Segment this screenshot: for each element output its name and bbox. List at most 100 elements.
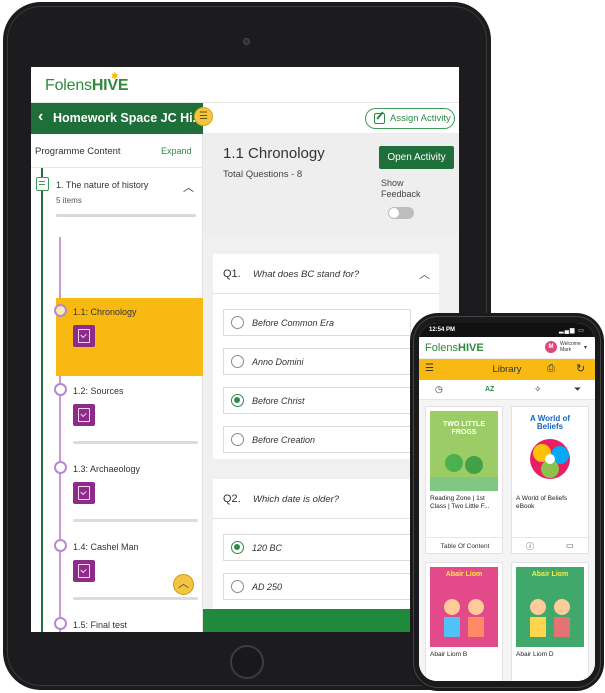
sidebar-toggle-button[interactable]: ☰ (194, 107, 213, 126)
children-illustration (530, 599, 570, 637)
programme-content-heading: Programme Content (35, 146, 121, 157)
homework-space-title: Homework Space JC Hi... (53, 111, 204, 125)
total-questions: Total Questions - 8 (223, 169, 303, 180)
question-header[interactable]: Q2. Which date is older? (213, 479, 439, 519)
activity-badge-icon (73, 404, 95, 426)
book-card[interactable]: Abair Liom Abair Liom B (425, 562, 503, 681)
answer-option-selected[interactable]: 120 BC (223, 534, 411, 561)
answer-option[interactable]: Anno Domini (223, 348, 411, 375)
scroll-up-button[interactable]: ︿ (173, 574, 194, 595)
answer-option-selected[interactable]: Before Christ (223, 387, 411, 414)
lesson-label: 1.5: Final test (73, 620, 128, 630)
radio-button[interactable] (231, 394, 244, 407)
book-title: Abair Liom B (430, 651, 468, 658)
book-title: Abair Liom D (516, 651, 554, 658)
chevron-up-icon[interactable]: ︿ (419, 266, 430, 282)
lesson-label: 1.4: Cashel Man (73, 542, 139, 552)
table-of-content-link[interactable]: Table Of Content (426, 543, 504, 550)
question-header[interactable]: Q1. What does BC stand for? ︿ (213, 254, 439, 294)
sparkle-icon[interactable]: ✧ (534, 384, 542, 395)
bookmark-icon[interactable]: ⎙ (547, 363, 555, 374)
homework-space-bar: ‹ Homework Space JC Hi... (31, 103, 203, 134)
radio-button[interactable] (231, 316, 244, 329)
library-bar: ☰ Library ⎙ ↻ (419, 359, 595, 380)
book-actions: ⓘ ▭ (512, 537, 590, 554)
hamburger-menu-icon[interactable]: ☰ (425, 364, 434, 374)
option-text: Before Creation (252, 435, 316, 445)
option-text: Before Common Era (252, 318, 335, 328)
sort-az-icon[interactable]: AZ (485, 386, 494, 393)
book-cover[interactable]: A World of Beliefs (516, 411, 584, 491)
divider (31, 167, 203, 168)
filter-icon[interactable]: ⏷ (574, 384, 581, 395)
sidebar-item-lesson[interactable]: 1.2: Sources (54, 377, 203, 455)
radio-button[interactable] (231, 541, 244, 554)
chevron-down-icon[interactable]: ▾ (584, 344, 587, 351)
back-arrow-icon[interactable]: ‹ (38, 108, 43, 126)
radio-button[interactable] (231, 355, 244, 368)
lesson-label: 1.2: Sources (73, 386, 124, 396)
activity-badge-icon (73, 325, 95, 347)
frog-illustration (430, 454, 498, 491)
avatar[interactable]: M (545, 341, 557, 353)
sidebar-item-lesson[interactable]: 1.5: Final test (54, 611, 203, 632)
book-cover[interactable]: Abair Liom (430, 567, 498, 647)
lesson-progress-bar (73, 597, 198, 600)
assign-activity-button[interactable]: Assign Activity (365, 108, 455, 129)
question-card: Q1. What does BC stand for? ︿ Before Com… (213, 254, 439, 459)
book-actions: Table Of Content (426, 537, 504, 554)
book-card[interactable]: TWO LITTLE FROGS Reading Zone | 1st Clas… (425, 406, 504, 554)
info-icon[interactable]: ⓘ (526, 541, 534, 552)
welcome-text: Welcome Mark (560, 341, 581, 353)
unit-progress-bar (56, 214, 196, 217)
radio-button[interactable] (231, 433, 244, 446)
answer-option[interactable]: AD 250 (223, 573, 411, 600)
option-text: Before Christ (252, 396, 305, 406)
question-number: Q1. (223, 268, 241, 280)
tablet-screen: FolensHIVE ✱ ‹ Homework Space JC Hi... ☰… (31, 67, 459, 632)
recent-clock-icon[interactable]: ◷ (435, 384, 443, 395)
unit-item-count: 5 items (56, 196, 82, 205)
timeline-dot-icon (54, 617, 67, 630)
chevron-up-icon[interactable]: ︿ (183, 179, 194, 195)
unit-title[interactable]: 1. The nature of history (56, 180, 148, 190)
radio-button[interactable] (231, 580, 244, 593)
home-button[interactable] (230, 645, 264, 679)
book-card[interactable]: A World of Beliefs A World of Beliefs eB… (511, 406, 590, 554)
phone-device: 12:54 PM ▂▄▆ ▭ FolensHIVE M Welcome Mark … (410, 313, 604, 691)
book-cover[interactable]: Abair Liom (516, 567, 584, 647)
answer-option[interactable]: Before Creation (223, 426, 411, 453)
programme-sidebar: Programme Content Expand 1. The nature o… (31, 134, 203, 632)
option-text: 120 BC (252, 543, 283, 553)
activity-header: 1.1 Chronology Total Questions - 8 Open … (203, 134, 459, 235)
edit-icon (374, 113, 385, 124)
bee-icon: ✱ (111, 71, 119, 81)
signal-battery-icon: ▂▄▆ ▭ (559, 328, 585, 334)
question-text: Which date is older? (253, 494, 340, 505)
library-title: Library (492, 364, 522, 375)
sidebar-item-lesson[interactable]: 1.1: Chronology (54, 298, 203, 376)
phone-app-header: FolensHIVE M Welcome Mark ▾ (419, 337, 595, 359)
answer-option[interactable]: Before Common Era (223, 309, 411, 336)
folens-hive-logo[interactable]: FolensHIVE (425, 342, 484, 354)
status-bar: 12:54 PM ▂▄▆ ▭ (419, 323, 595, 337)
open-activity-button[interactable]: Open Activity (379, 146, 454, 169)
show-feedback-label: Show Feedback (381, 178, 421, 199)
app-header: FolensHIVE ✱ (31, 67, 459, 103)
expand-link[interactable]: Expand (161, 146, 192, 156)
option-text: Anno Domini (252, 357, 304, 367)
activity-badge-icon (73, 560, 95, 582)
phone-screen: 12:54 PM ▂▄▆ ▭ FolensHIVE M Welcome Mark … (419, 323, 595, 681)
folens-hive-logo[interactable]: FolensHIVE ✱ (45, 71, 129, 95)
book-title: A World of Beliefs eBook (516, 495, 568, 510)
book-card[interactable]: Abair Liom Abair Liom D (511, 562, 589, 681)
sidebar-item-lesson[interactable]: 1.4: Cashel Man (54, 533, 203, 611)
sync-icon[interactable]: ↻ (576, 362, 585, 375)
show-feedback-toggle[interactable] (388, 207, 414, 219)
unit-list-icon (36, 177, 49, 191)
book-title: Reading Zone | 1st Class | Two Little F.… (430, 495, 490, 510)
sidebar-item-lesson[interactable]: 1.3: Archaeology (54, 455, 203, 533)
book-cover[interactable]: TWO LITTLE FROGS (430, 411, 498, 491)
archive-icon[interactable]: ▭ (566, 541, 574, 550)
timeline-line (41, 168, 43, 632)
